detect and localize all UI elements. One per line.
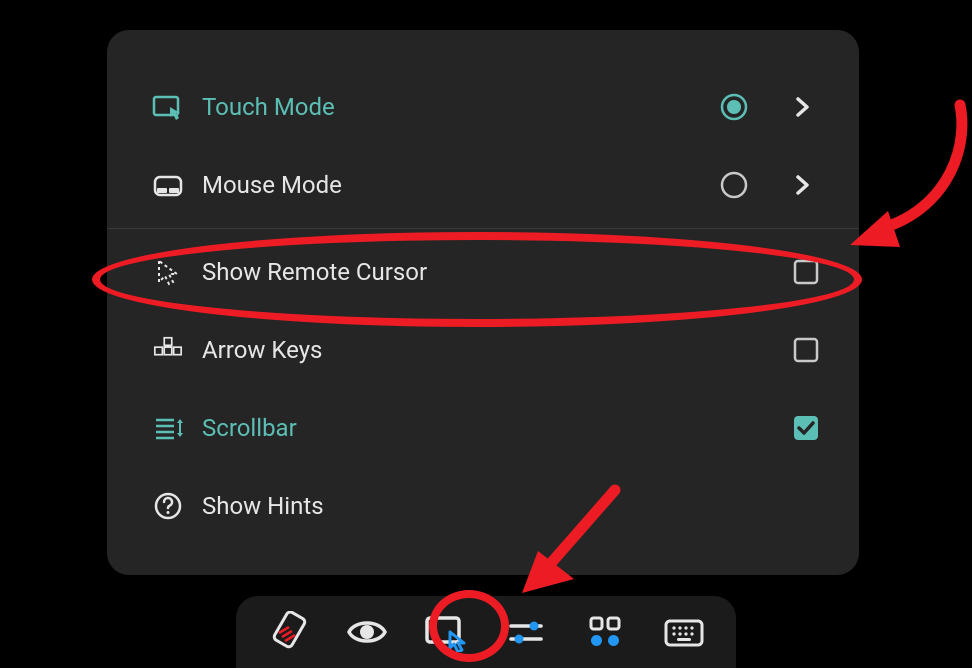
toolbar-keyboard-button[interactable] bbox=[660, 608, 708, 656]
menu-item-scrollbar[interactable]: Scrollbar bbox=[107, 389, 859, 467]
menu-label: Show Hints bbox=[202, 492, 821, 520]
settings-panel: Touch Mode Mouse Mode bbox=[107, 30, 859, 575]
keyboard-icon bbox=[663, 614, 705, 650]
menu-item-mouse-mode[interactable]: Mouse Mode bbox=[107, 146, 859, 224]
menu-item-show-remote-cursor[interactable]: Show Remote Cursor bbox=[107, 233, 859, 311]
checkbox-off-icon[interactable] bbox=[791, 257, 821, 287]
screen-cursor-icon bbox=[424, 612, 468, 652]
divider bbox=[107, 228, 859, 229]
scrollbar-icon bbox=[152, 412, 184, 444]
menu-label: Scrollbar bbox=[202, 414, 791, 442]
menu-label: Mouse Mode bbox=[202, 171, 719, 199]
checkbox-on-icon[interactable] bbox=[791, 413, 821, 443]
menu-label: Touch Mode bbox=[202, 93, 719, 121]
menu-item-arrow-keys[interactable]: Arrow Keys bbox=[107, 311, 859, 389]
eye-icon bbox=[345, 610, 389, 654]
help-icon bbox=[152, 490, 184, 522]
bottom-toolbar bbox=[236, 596, 736, 668]
toolbar-grid-button[interactable] bbox=[581, 608, 629, 656]
arrow-keys-icon bbox=[152, 334, 184, 366]
sliders-icon bbox=[506, 612, 546, 652]
toolbar-cursor-panel-button[interactable] bbox=[422, 608, 470, 656]
toolbar-eye-button[interactable] bbox=[343, 608, 391, 656]
toolbar-eraser-button[interactable] bbox=[264, 608, 312, 656]
radio-on-icon[interactable] bbox=[719, 92, 749, 122]
mouse-mode-icon bbox=[152, 169, 184, 201]
radio-off-icon[interactable] bbox=[719, 170, 749, 200]
touch-mode-icon bbox=[152, 91, 184, 123]
chevron-right-icon[interactable] bbox=[785, 89, 821, 125]
chevron-right-icon[interactable] bbox=[785, 167, 821, 203]
toolbar-sliders-button[interactable] bbox=[502, 608, 550, 656]
eraser-icon bbox=[267, 611, 309, 653]
cursor-dashed-icon bbox=[152, 256, 184, 288]
menu-label: Show Remote Cursor bbox=[202, 258, 791, 286]
checkbox-off-icon[interactable] bbox=[791, 335, 821, 365]
menu-label: Arrow Keys bbox=[202, 336, 791, 364]
menu-item-show-hints[interactable]: Show Hints bbox=[107, 467, 859, 545]
menu-item-touch-mode[interactable]: Touch Mode bbox=[107, 68, 859, 146]
grid-icon bbox=[586, 613, 624, 651]
